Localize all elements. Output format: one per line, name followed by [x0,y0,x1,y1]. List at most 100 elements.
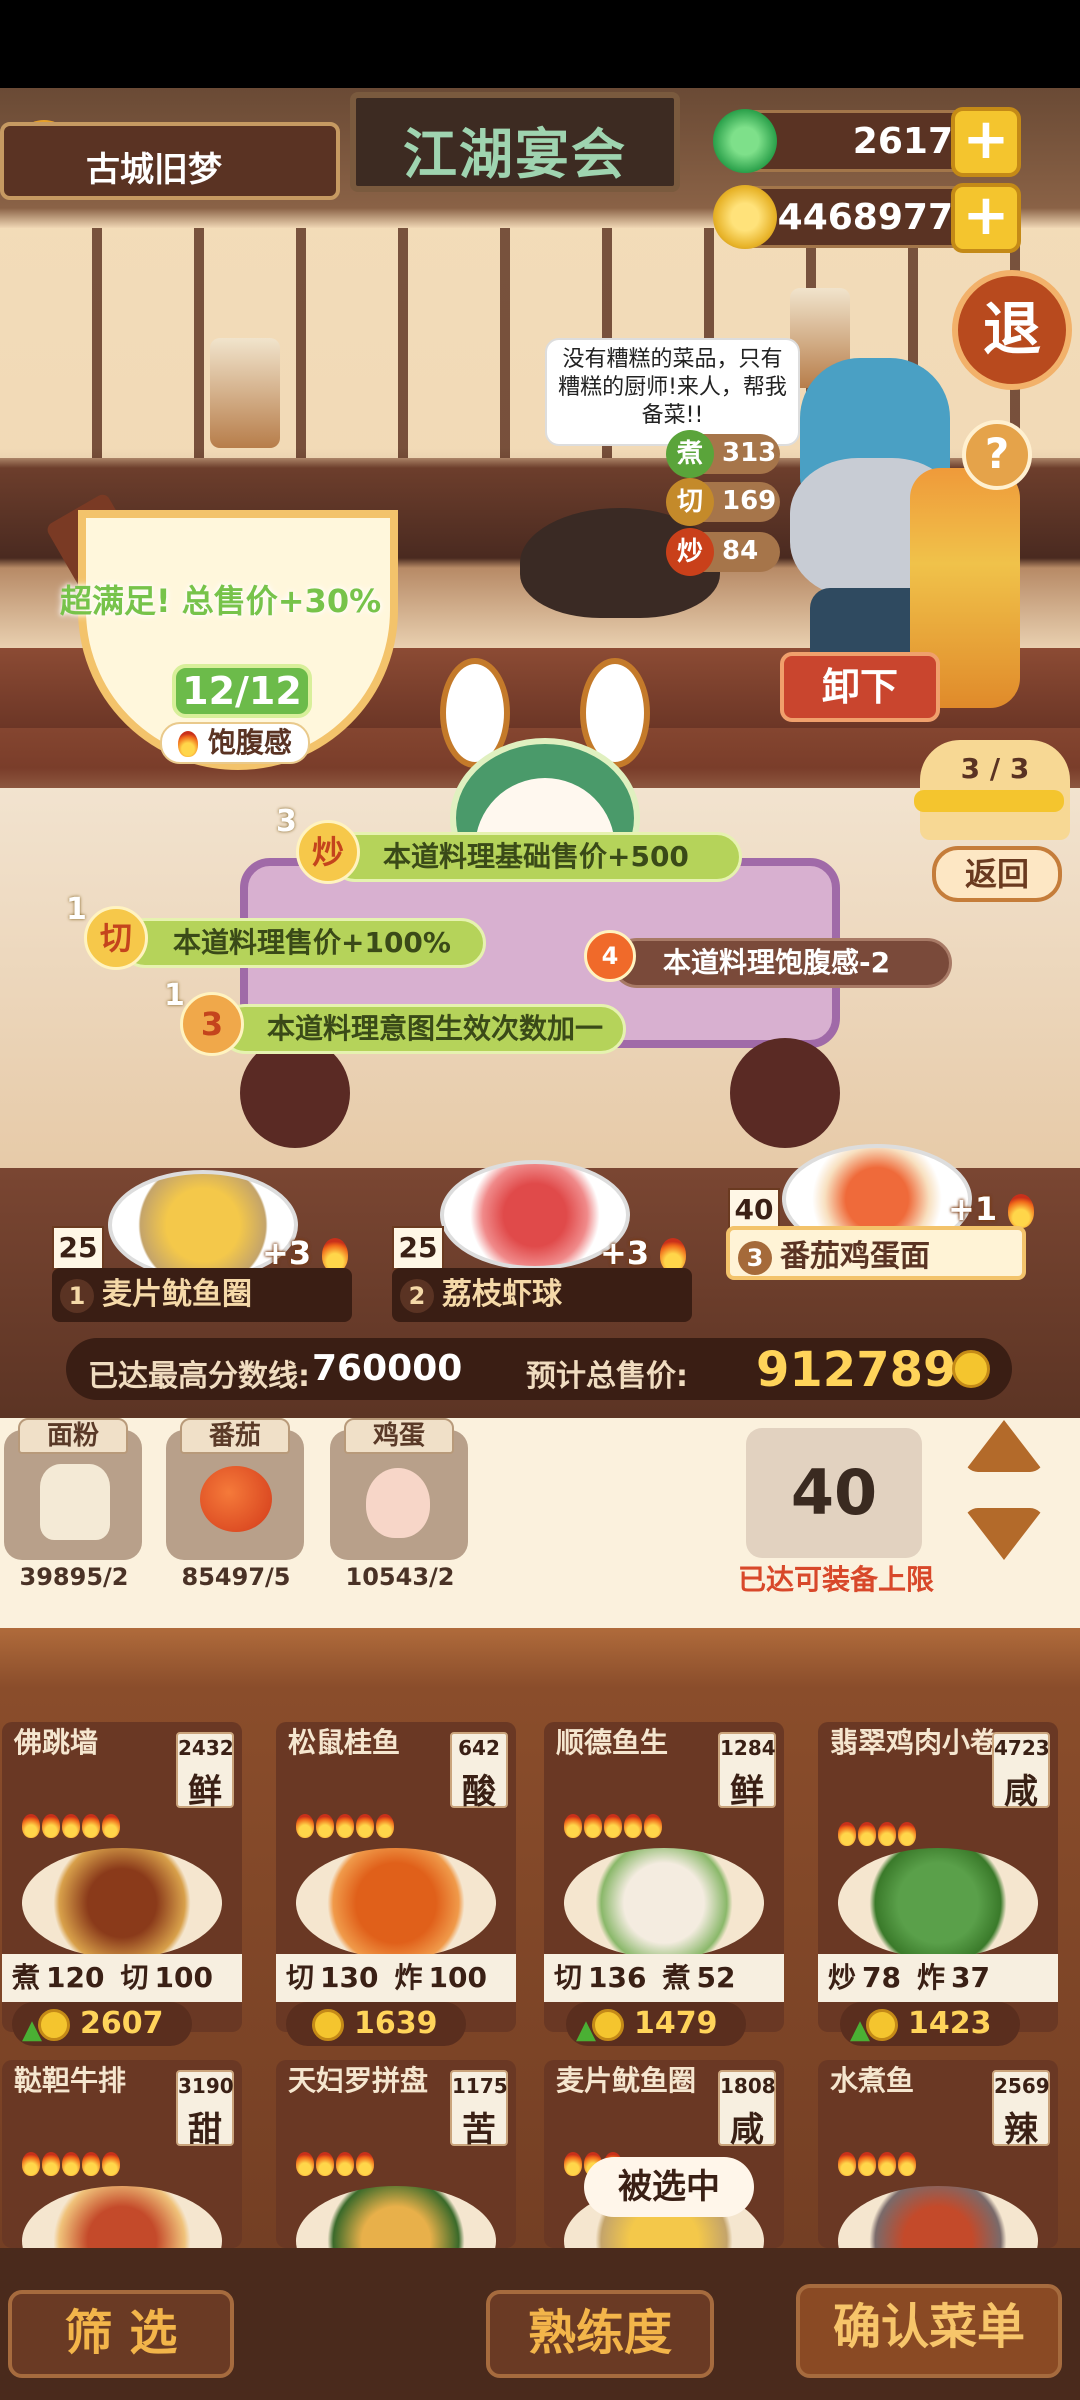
unload-button[interactable]: 卸下 [780,652,940,722]
cart-wheel-left [240,1038,350,1148]
recipe-card[interactable]: 水煮鱼 2569 辣 [818,2060,1058,2248]
total-price-label: 预计总售价: [526,1359,688,1394]
recipe-card[interactable]: 天妇罗拼盘 1175 苦 [276,2060,516,2248]
ingredient-name: 番茄 [180,1418,290,1454]
score-bar: 已达最高分数线: 760000 预计总售价: 912789 [66,1338,1012,1400]
buff-cut: 本道料理售价+100% [120,918,486,968]
ingredient-name: 面粉 [18,1418,128,1454]
recipe-taste: 鲜 [730,1772,764,1812]
buff-intent: 本道料理意图生效次数加一 [220,1004,626,1054]
add-coin-button[interactable]: + [951,183,1021,253]
table-dish-slot-3[interactable]: 3 番茄鸡蛋面 [726,1226,1026,1280]
ingredient-count: 10543/2 [345,1563,455,1591]
retreat-button[interactable]: 退 [952,270,1072,390]
filter-button[interactable]: 筛 选 [8,2290,234,2378]
cart-wheel-right [730,1038,840,1148]
coin-currency: 4468977 + [713,183,1021,253]
recipe-taste: 咸 [730,2110,764,2150]
help-label: ? [984,429,1010,478]
recipe-price-tag: 1284 鲜 [718,1732,776,1812]
coin-icon [866,2008,898,2041]
recipe-image [22,2186,222,2248]
jade-amount: 2617 [852,121,953,162]
recipe-price-tag: 2569 辣 [992,2070,1050,2150]
dish-index: 2 [400,1279,434,1313]
coin-icon [952,1350,990,1388]
satiety-fraction: 12/12 [172,664,312,718]
recipe-card[interactable]: 松鼠桂鱼 642 酸 切 130 炸 100 [276,1722,516,2032]
page-progress [914,790,1064,812]
recipe-price-tag: 3190 甜 [176,2070,234,2150]
proficiency-button[interactable]: 熟练度 [486,2290,714,2378]
cut-buff-icon: 切 [84,906,148,970]
recipe-price: 642 [458,1736,500,1760]
recipe-price-tag: 2432 鲜 [176,1732,234,1812]
page-panel: 3 / 3 [914,740,1070,840]
recipe-card[interactable]: 佛跳墙 2432 鲜 煮 120 切 100 [2,1722,242,2032]
flame-icon [178,731,199,757]
recipe-card[interactable]: 麦片鱿鱼圈 1808 咸 [544,2060,784,2248]
recipe-image [838,1848,1038,1958]
coin-icon [713,185,777,249]
recipe-flames [564,1814,664,1838]
egg-icon [366,1468,430,1538]
return-button[interactable]: 返回 [932,846,1062,902]
recipe-price-tag: 4723 咸 [992,1732,1050,1812]
recipe-card[interactable]: 翡翠鸡肉小卷 4723 咸 炒 78 炸 37 [818,1722,1058,2032]
confirm-menu-button[interactable]: 确认菜单 [796,2284,1062,2378]
dish-bonus: +3 [600,1234,687,1272]
unload-label: 卸下 [821,665,898,709]
event-sign: 江湖宴会 [350,92,680,192]
event-title: 江湖宴会 [403,123,627,186]
jade-icon [713,109,777,173]
flame-icon [1008,1194,1035,1228]
skill-cut-value: 169 [722,486,777,516]
up-arrow-icon: ▲ [576,2015,596,2045]
table-dish-slot-1[interactable]: 1 麦片鱿鱼圈 [52,1268,352,1322]
recipe-sell-price: ▲ 1423 [840,2002,1020,2046]
recipe-stats: 切 136 煮 52 [544,1954,784,2002]
up-arrow-icon: ▲ [22,2015,42,2045]
buff-intent-text: 本道料理意图生效次数加一 [267,1012,604,1045]
dish-bonus: +3 [262,1234,349,1272]
return-label: 返回 [964,855,1029,893]
recipe-stats: 煮 120 切 100 [2,1954,242,2002]
recipe-stats: 炒 78 炸 37 [818,1954,1058,2002]
dish-level: 25 [392,1226,444,1270]
recipe-taste: 辣 [1004,2110,1038,2150]
recipe-name: 松鼠桂鱼 [288,1726,401,1759]
chef-speech-text: 没有糟糕的菜品，只有糟糕的厨师!来人，帮我备菜!! [558,347,787,428]
skill-fry: 炒 84 [666,528,780,576]
skill-cut: 切 169 [666,478,780,526]
selected-badge: 被选中 [584,2157,754,2217]
table-dish-slot-2[interactable]: 2 荔枝虾球 [392,1268,692,1322]
recipe-taste: 酸 [462,1772,496,1812]
help-icon[interactable]: ? [962,420,1032,490]
recipe-sell-price: ▲ 1479 [566,2002,746,2046]
recipe-name: 翡翠鸡肉小卷 [830,1726,999,1759]
recipe-name: 天妇罗拼盘 [288,2064,429,2097]
recipe-card[interactable]: 顺德鱼生 1284 鲜 切 136 煮 52 [544,1722,784,2032]
add-jade-button[interactable]: + [951,107,1021,177]
jade-currency: 2617 + [713,107,1021,177]
recipe-image [296,2186,496,2248]
up-arrow-icon: ▲ [850,2015,870,2045]
boil-icon: 煮 [666,430,714,478]
intent-buff-icon: 3 [180,992,244,1056]
fry-buff-icon: 炒 [296,820,360,884]
best-score-label: 已达最高分数线: [88,1359,310,1394]
recipe-taste: 苦 [462,2110,496,2150]
equip-count: 40 [746,1428,922,1558]
recipe-flames [296,1814,396,1838]
location-banner[interactable]: 古城旧梦 [0,122,340,200]
confirm-label: 确认菜单 [832,2299,1025,2355]
satiety-label: 饱腹感 [160,722,310,764]
recipe-card[interactable]: 鞑靼牛排 3190 甜 [2,2060,242,2248]
cut-icon: 切 [666,478,714,526]
recipe-price: 4723 [994,1736,1050,1760]
recipe-taste: 咸 [1004,1772,1038,1812]
dish-level: 25 [52,1226,104,1270]
buff-cut-text: 本道料理售价+100% [173,926,451,959]
recipe-price: 1175 [452,2074,508,2098]
coin-icon [592,2008,624,2041]
